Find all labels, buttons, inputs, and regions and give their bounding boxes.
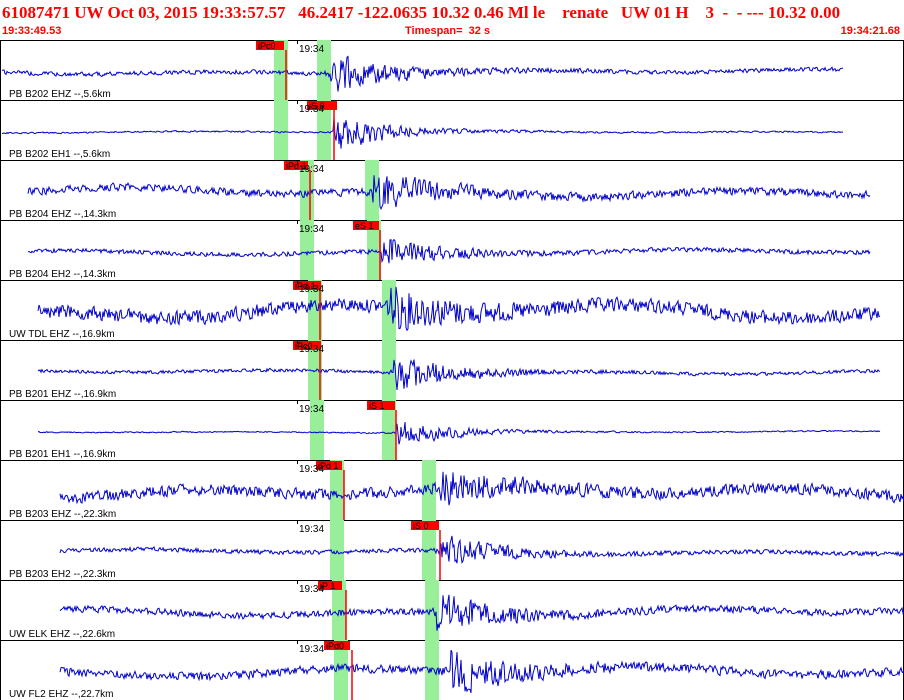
channel-panel[interactable]: iPd019:34 UW FL2 EHZ --,22.7km (0, 640, 904, 700)
waveform-trace (59, 594, 904, 631)
time-tick-label: 19:34 (299, 104, 324, 115)
waveform-trace (37, 421, 881, 445)
waveform-trace (59, 471, 904, 506)
channel-label: PB B204 EH2 --,14.3km (9, 269, 116, 280)
channel-label: PB B202 EHZ --,5.6km (9, 89, 111, 100)
channel-panel[interactable]: iPc019:34PB B201 EHZ --,16.9km (0, 340, 904, 400)
channel-label: PB B204 EHZ --,14.3km (9, 209, 116, 220)
time-tick-label: 19:34 (299, 644, 324, 655)
channel-label: PB B203 EHZ --,22.3km (9, 509, 116, 520)
channel-panel[interactable]: iS 0 19:34 PB B203 EH2 --,22.3km (0, 520, 904, 580)
channel-label: UW TDL EHZ --,16.9km (9, 329, 115, 340)
waveform-panels[interactable]: iPc0 19:34 PB B202 EHZ --,5.6km iS 0 19:34 PB… (0, 40, 904, 700)
channel-panel[interactable]: iPc0 19:34 PB B202 EHZ --,5.6km (0, 40, 904, 100)
waveform-trace (27, 238, 871, 264)
event-header: 61087471 UW Oct 03, 2015 19:33:57.57 46.… (0, 0, 904, 40)
waveform-trace (37, 286, 881, 332)
waveform-trace (37, 359, 881, 391)
channel-panel[interactable]: iS 1 19:34 PB B201 EH1 --,16.9km (0, 400, 904, 460)
timespan-label: Timespan= 32 s (405, 25, 491, 37)
event-title: 61087471 UW Oct 03, 2015 19:33:57.57 46.… (2, 3, 841, 22)
pick-flag-label: iPd0 (326, 641, 344, 651)
channel-panel[interactable]: iPd 119:34PB B203 EHZ --,22.3km (0, 460, 904, 520)
waveform-trace (59, 535, 904, 564)
pick-flag-label: iS 0 (413, 521, 429, 531)
channel-label: UW ELK EHZ --,22.6km (9, 629, 115, 640)
channel-label: PB B201 EHZ --,16.9km (9, 389, 116, 400)
waveform-trace (1, 55, 843, 92)
channel-panel[interactable]: iS 019:34PB B202 EH1 --,5.6km (0, 100, 904, 160)
time-tick-label: 19:34 (299, 404, 324, 415)
time-tick-label: 19:34 (299, 164, 324, 175)
time-tick-label: 19:34 (299, 344, 324, 355)
pick-flag-label: iPc0 (258, 41, 276, 51)
start-time: 19:33:49.53 (2, 25, 62, 37)
pick-window (274, 100, 288, 160)
end-time: 19:34:21.68 (840, 25, 900, 37)
time-tick-label: 19:34 (299, 464, 324, 475)
channel-label: PB B203 EH2 --,22.3km (9, 569, 116, 580)
pick-window (382, 340, 396, 400)
channel-label: PB B202 EH1 --,5.6km (9, 149, 110, 160)
waveform-trace (27, 175, 871, 211)
time-tick-label: 19:34 (299, 224, 324, 235)
seismogram-viewer: 61087471 UW Oct 03, 2015 19:33:57.57 46.… (0, 0, 904, 700)
time-tick-label: 19:34 (299, 524, 324, 535)
time-tick-label: 19:34 (299, 44, 324, 55)
channel-panel[interactable]: iPd 119:34PB B204 EHZ --,14.3km (0, 160, 904, 220)
pick-flag-label: eS 1 (355, 221, 374, 231)
channel-label: UW FL2 EHZ --,22.7km (9, 689, 113, 700)
waveform-trace (1, 117, 844, 149)
time-tick-label: 19:34 (299, 284, 324, 295)
pick-window (330, 520, 344, 580)
waveform-trace (59, 649, 904, 694)
time-tick-label: 19:34 (299, 584, 324, 595)
channel-panel[interactable]: eS 1 19:34 PB B204 EH2 --,14.3km (0, 220, 904, 280)
channel-panel[interactable]: iP 119:34UW ELK EHZ --,22.6km (0, 580, 904, 640)
channel-panel[interactable]: iPd 119:34UW TDL EHZ --,16.9km (0, 280, 904, 340)
pick-flag-label: iS 1 (369, 401, 385, 411)
channel-label: PB B201 EH1 --,16.9km (9, 449, 116, 460)
